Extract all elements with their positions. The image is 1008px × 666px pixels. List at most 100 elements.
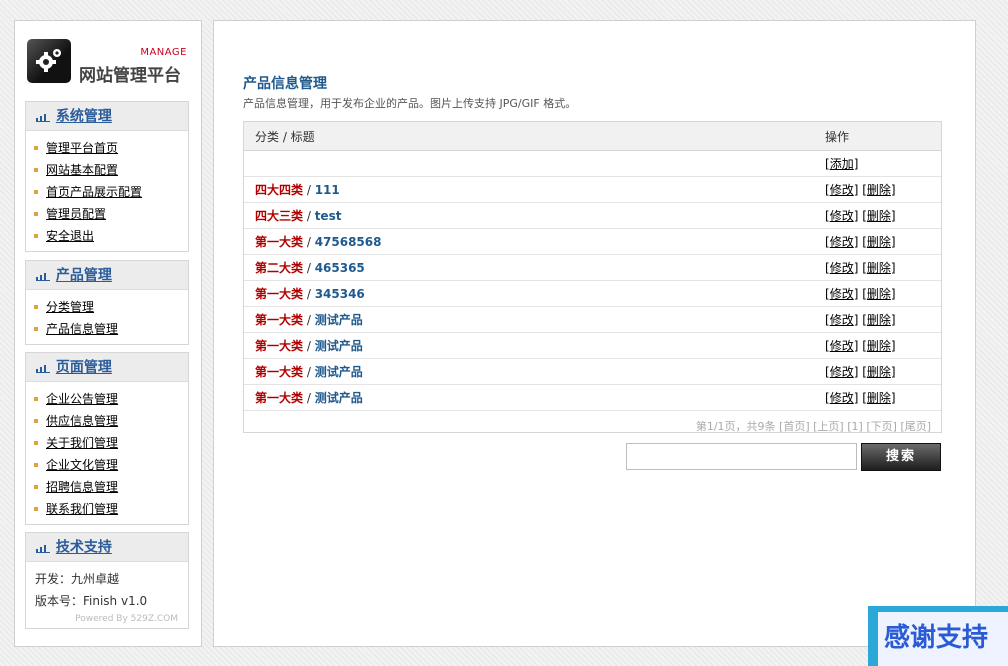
bar-chart-icon <box>36 544 50 553</box>
menu-system-header: 系统管理 <box>26 102 188 131</box>
menu-page-title[interactable]: 页面管理 <box>56 360 112 376</box>
edit-link[interactable]: 修改 <box>830 339 854 353</box>
menu-support-title[interactable]: 技术支持 <box>56 540 112 556</box>
row-category[interactable]: 第一大类 <box>255 287 303 301</box>
menu-system-title[interactable]: 系统管理 <box>56 109 112 125</box>
menu-item-jobs-link[interactable]: 招聘信息管理 <box>46 480 118 494</box>
row-category[interactable]: 第一大类 <box>255 365 303 379</box>
gear-icon <box>36 49 61 72</box>
edit-link[interactable]: 修改 <box>830 313 854 327</box>
pager-current[interactable]: [1] <box>847 420 863 433</box>
table-row: 四大三类 / test [修改] [删除] <box>244 202 941 229</box>
row-title[interactable]: 47568568 <box>315 235 382 249</box>
edit-link[interactable]: 修改 <box>830 391 854 405</box>
delete-link[interactable]: 删除 <box>867 261 891 275</box>
menu-page-list: 企业公告管理 供应信息管理 关于我们管理 企业文化管理 招聘信息管理 联系我们管… <box>26 382 188 524</box>
developer-text: 开发：九州卓越 <box>35 572 120 586</box>
menu-item-about-link[interactable]: 关于我们管理 <box>46 436 118 450</box>
delete-link[interactable]: 删除 <box>867 391 891 405</box>
menu-item-site-config: 网站基本配置 <box>34 159 188 181</box>
main-panel: 产品信息管理 产品信息管理，用于发布企业的产品。图片上传支持 JPG/GIF 格… <box>213 20 976 647</box>
menu-product: 产品管理 分类管理 产品信息管理 <box>25 260 189 345</box>
thanks-banner[interactable]: 感谢支持 <box>868 606 1008 666</box>
row-title[interactable]: 111 <box>315 183 340 197</box>
table-row: 第一大类 / 345346 [修改] [删除] <box>244 280 941 307</box>
row-category[interactable]: 第一大类 <box>255 391 303 405</box>
menu-product-header: 产品管理 <box>26 261 188 290</box>
table-row: 第一大类 / 测试产品 [修改] [删除] <box>244 306 941 333</box>
menu-product-title[interactable]: 产品管理 <box>56 268 112 284</box>
delete-link[interactable]: 删除 <box>867 209 891 223</box>
bar-chart-icon <box>36 272 50 281</box>
table-row: 第一大类 / 测试产品 [修改] [删除] <box>244 358 941 385</box>
menu-item-category-link[interactable]: 分类管理 <box>46 300 94 314</box>
menu-system: 系统管理 管理平台首页 网站基本配置 首页产品展示配置 管理员配置 安全退出 <box>25 101 189 252</box>
edit-link[interactable]: 修改 <box>830 209 854 223</box>
edit-link[interactable]: 修改 <box>830 183 854 197</box>
edit-link[interactable]: 修改 <box>830 235 854 249</box>
menu-item-site-config-link[interactable]: 网站基本配置 <box>46 163 118 177</box>
pager-first[interactable]: [首页] <box>779 420 810 433</box>
row-category[interactable]: 四大四类 <box>255 183 303 197</box>
column-header-action: 操作 <box>825 122 941 151</box>
menu-item-product-info-link[interactable]: 产品信息管理 <box>46 322 118 336</box>
row-title[interactable]: 测试产品 <box>315 391 363 405</box>
add-link[interactable]: 添加 <box>830 157 854 171</box>
menu-item-admin-config-link[interactable]: 管理员配置 <box>46 207 106 221</box>
pager-prev[interactable]: [上页] <box>813 420 844 433</box>
edit-link[interactable]: 修改 <box>830 365 854 379</box>
row-category[interactable]: 四大三类 <box>255 209 303 223</box>
row-title[interactable]: 465365 <box>315 261 365 275</box>
logo-manage-text: MANAGE <box>140 47 187 58</box>
menu-item-notice: 企业公告管理 <box>34 388 188 410</box>
menu-support: 技术支持 开发：九州卓越 版本号：Finish v1.0 Powered By … <box>25 532 189 629</box>
menu-item-supply-link[interactable]: 供应信息管理 <box>46 414 118 428</box>
column-header-title: 分类 / 标题 <box>244 122 825 151</box>
menu-item-home-product-config: 首页产品展示配置 <box>34 181 188 203</box>
menu-support-header: 技术支持 <box>26 533 188 562</box>
table-row: 第一大类 / 测试产品 [修改] [删除] <box>244 332 941 359</box>
search-input[interactable] <box>626 443 857 470</box>
pager-last[interactable]: [尾页] <box>900 420 931 433</box>
menu-item-notice-link[interactable]: 企业公告管理 <box>46 392 118 406</box>
powered-by-text: Powered By 529Z.COM <box>75 614 178 624</box>
row-title[interactable]: 345346 <box>315 287 365 301</box>
menu-item-logout: 安全退出 <box>34 225 188 247</box>
menu-item-culture-link[interactable]: 企业文化管理 <box>46 458 118 472</box>
edit-link[interactable]: 修改 <box>830 287 854 301</box>
menu-item-culture: 企业文化管理 <box>34 454 188 476</box>
row-title[interactable]: test <box>315 209 342 223</box>
delete-link[interactable]: 删除 <box>867 183 891 197</box>
table-row: 第二大类 / 465365 [修改] [删除] <box>244 254 941 281</box>
pagination: 第1/1页，共9条 [首页] [上页] [1] [下页] [尾页] <box>244 411 941 442</box>
menu-item-about: 关于我们管理 <box>34 432 188 454</box>
search-button[interactable]: 搜索 <box>861 443 941 471</box>
menu-page: 页面管理 企业公告管理 供应信息管理 关于我们管理 企业文化管理 招聘信息管理 … <box>25 352 189 525</box>
row-category[interactable]: 第二大类 <box>255 261 303 275</box>
delete-link[interactable]: 删除 <box>867 365 891 379</box>
bar-chart-icon <box>36 364 50 373</box>
menu-item-logout-link[interactable]: 安全退出 <box>46 229 94 243</box>
menu-item-home-product-config-link[interactable]: 首页产品展示配置 <box>46 185 142 199</box>
menu-item-contact: 联系我们管理 <box>34 498 188 520</box>
pager-next[interactable]: [下页] <box>866 420 897 433</box>
menu-item-contact-link[interactable]: 联系我们管理 <box>46 502 118 516</box>
delete-link[interactable]: 删除 <box>867 287 891 301</box>
table-header: 分类 / 标题 操作 <box>244 122 941 151</box>
row-title[interactable]: 测试产品 <box>315 339 363 353</box>
menu-item-home-link[interactable]: 管理平台首页 <box>46 141 118 155</box>
delete-link[interactable]: 删除 <box>867 235 891 249</box>
row-category[interactable]: 第一大类 <box>255 235 303 249</box>
logo-title: 网站管理平台 <box>79 66 181 86</box>
row-category[interactable]: 第一大类 <box>255 339 303 353</box>
edit-link[interactable]: 修改 <box>830 261 854 275</box>
row-title[interactable]: 测试产品 <box>315 365 363 379</box>
delete-link[interactable]: 删除 <box>867 313 891 327</box>
delete-link[interactable]: 删除 <box>867 339 891 353</box>
table-row: 四大四类 / 111 [修改] [删除] <box>244 176 941 203</box>
menu-system-list: 管理平台首页 网站基本配置 首页产品展示配置 管理员配置 安全退出 <box>26 131 188 251</box>
row-category[interactable]: 第一大类 <box>255 313 303 327</box>
row-title[interactable]: 测试产品 <box>315 313 363 327</box>
page-title: 产品信息管理 <box>243 76 327 92</box>
bar-chart-icon <box>36 113 50 122</box>
